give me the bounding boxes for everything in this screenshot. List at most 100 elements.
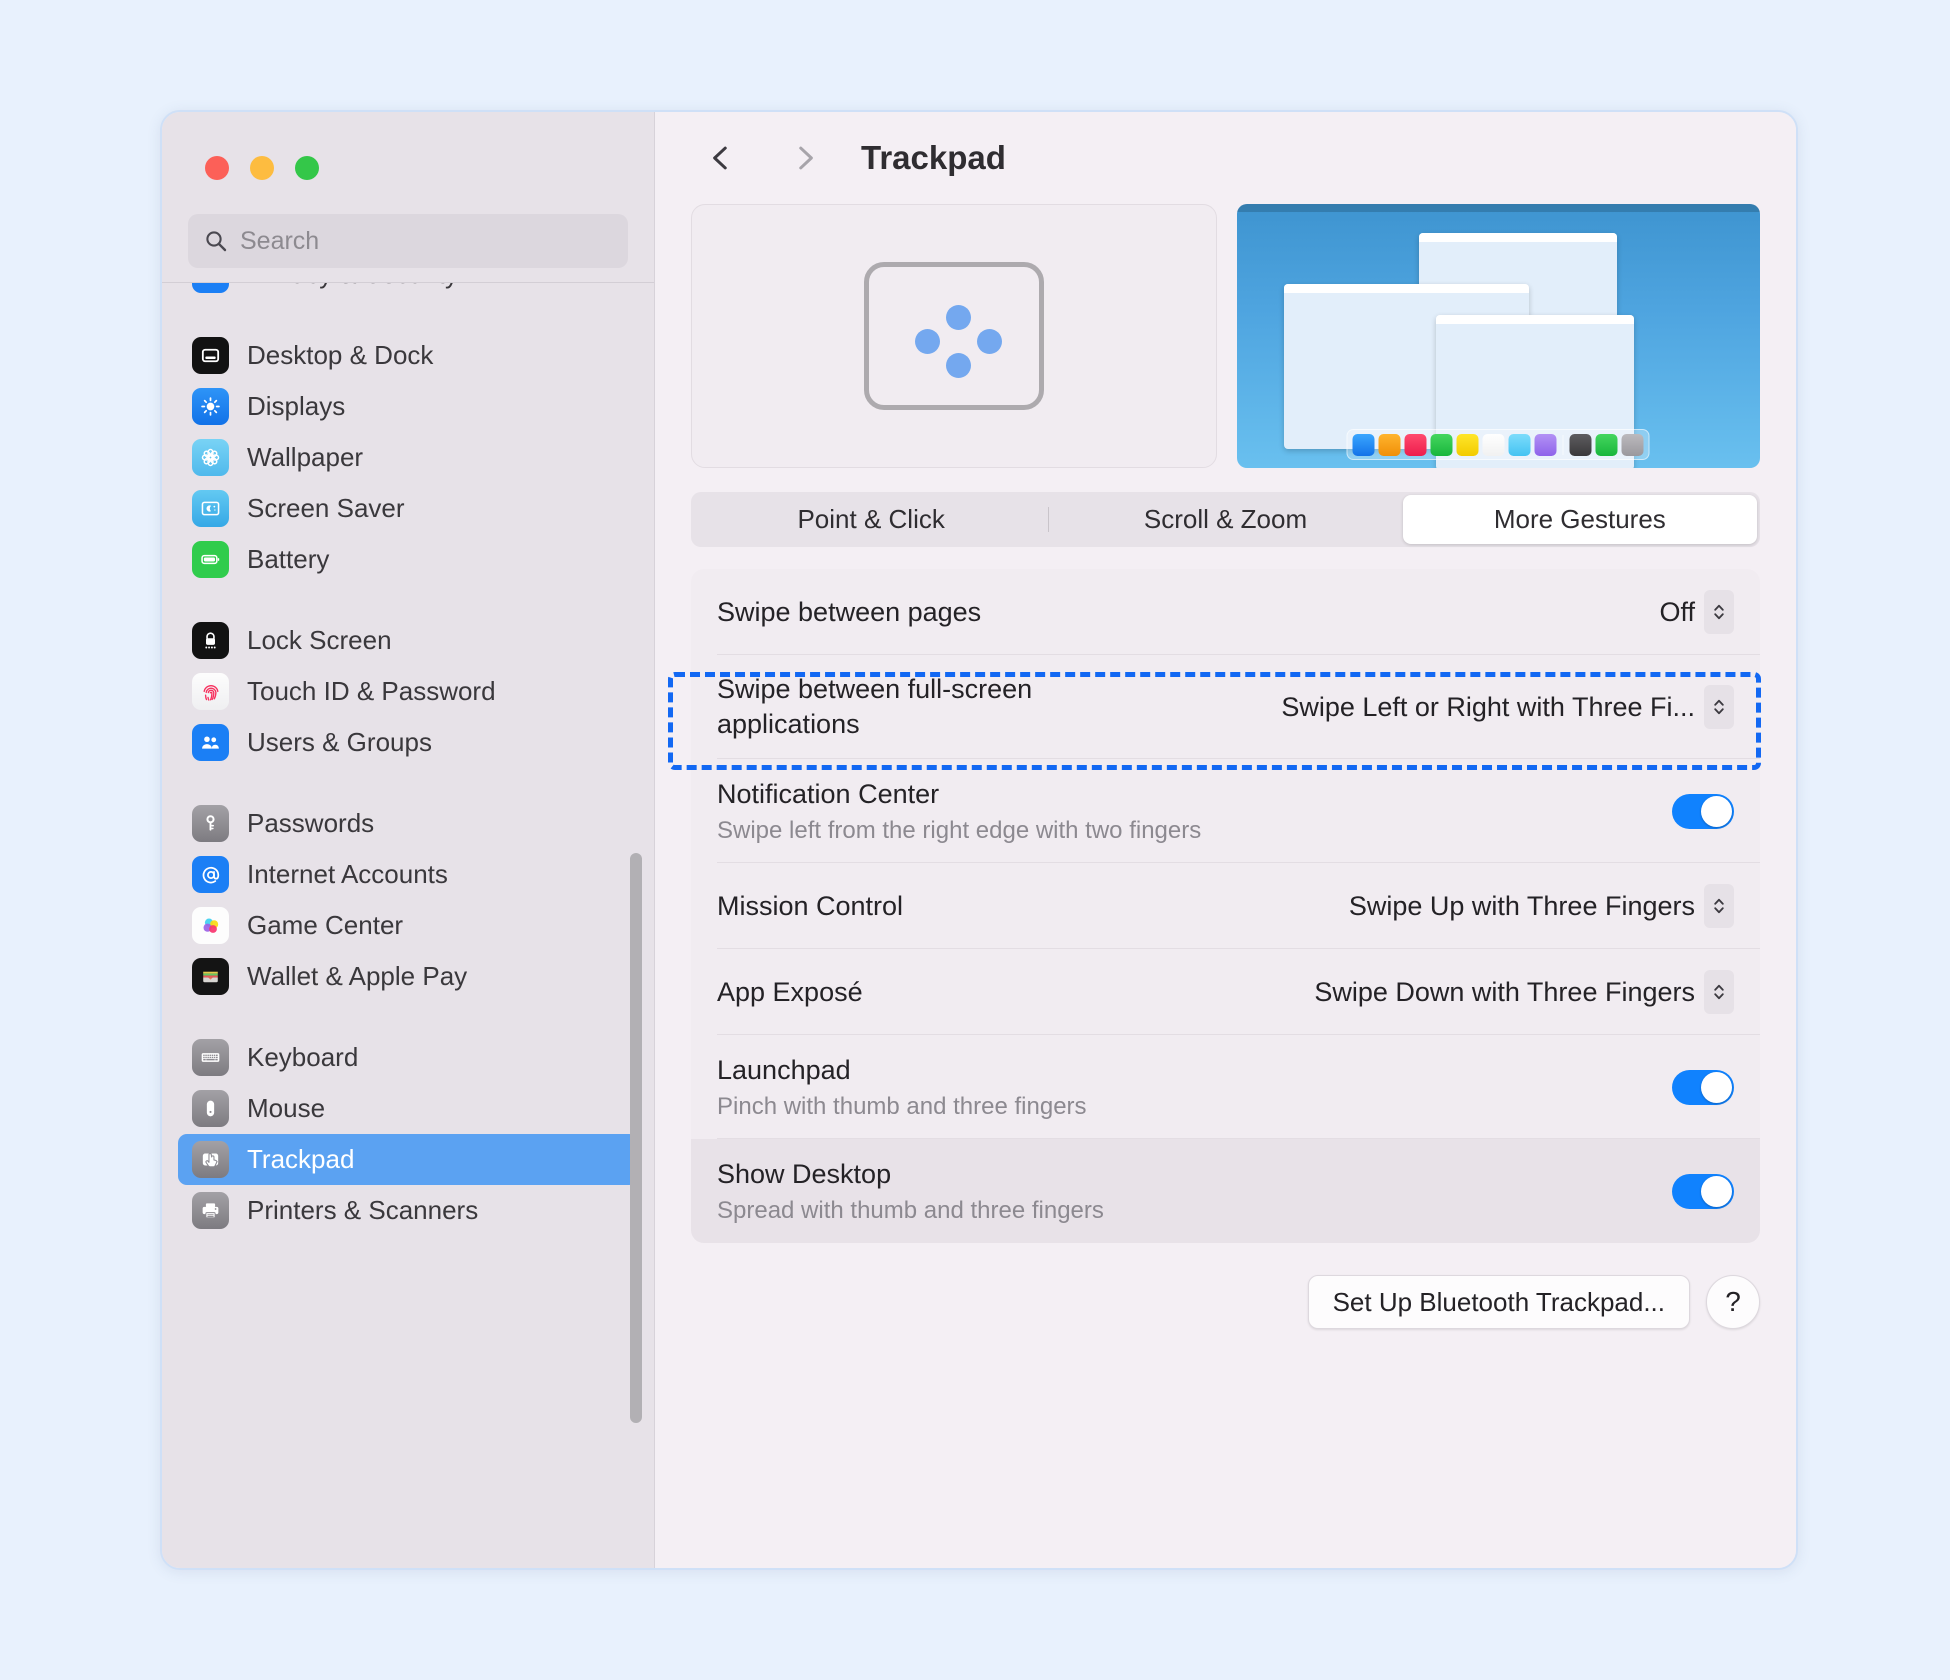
sidebar-item-desktop-dock[interactable]: Desktop & Dock	[178, 330, 638, 381]
hand-icon	[192, 283, 229, 293]
sidebar-group-security: Lock Screen Touch ID & Password Users & …	[162, 615, 654, 768]
sidebar-item-game-center[interactable]: Game Center	[178, 900, 638, 951]
sidebar-item-trackpad[interactable]: Trackpad	[178, 1134, 638, 1185]
chevron-updown-icon[interactable]	[1704, 884, 1734, 928]
setting-row-mission-control[interactable]: Mission Control Swipe Up with Three Fing…	[691, 863, 1760, 949]
gesture-dot	[976, 329, 1002, 354]
chevron-left-icon	[704, 141, 738, 175]
zoom-button[interactable]	[295, 156, 319, 180]
notification-center-toggle[interactable]	[1672, 793, 1734, 829]
sidebar-item-printers-scanners[interactable]: Printers & Scanners	[178, 1185, 638, 1236]
desktop-preview	[1236, 204, 1760, 468]
sidebar-item-displays[interactable]: Displays	[178, 381, 638, 432]
sidebar-item-label: Privacy & Security	[247, 283, 458, 290]
dock-icon-item	[1534, 433, 1557, 456]
preview-menubar	[1236, 204, 1760, 212]
page-title: Trackpad	[861, 139, 1006, 176]
footer-actions: Set Up Bluetooth Trackpad... ?	[655, 1243, 1796, 1329]
tab-scroll-and-zoom[interactable]: Scroll & Zoom	[1048, 495, 1402, 544]
sidebar-scroll-area: Privacy & Security Deskt	[162, 282, 654, 1568]
sidebar-group-privacy: Privacy & Security	[162, 283, 654, 300]
setting-row-show-desktop[interactable]: Show Desktop Spread with thumb and three…	[691, 1139, 1760, 1243]
minimize-button[interactable]	[250, 156, 274, 180]
setting-title: Mission Control	[717, 890, 904, 921]
setting-row-notification-center[interactable]: Notification Center Swipe left from the …	[691, 759, 1760, 863]
back-button[interactable]	[693, 130, 749, 186]
sidebar-item-touch-id[interactable]: Touch ID & Password	[178, 666, 638, 717]
lock-icon	[192, 622, 229, 659]
detail-content: Point & Click Scroll & Zoom More Gesture…	[655, 204, 1796, 1243]
sidebar-item-lock-screen[interactable]: Lock Screen	[178, 615, 638, 666]
sidebar-item-internet-accounts[interactable]: Internet Accounts	[178, 849, 638, 900]
sidebar-item-wallet-apple-pay[interactable]: Wallet & Apple Pay	[178, 951, 638, 1002]
sidebar-item-label: Screen Saver	[247, 493, 405, 523]
dock-icon-item	[1378, 433, 1401, 456]
preview-dock	[1346, 429, 1650, 460]
chevron-updown-icon[interactable]	[1704, 970, 1734, 1014]
search-input[interactable]: Search	[188, 214, 628, 268]
sidebar-item-mouse[interactable]: Mouse	[178, 1083, 638, 1134]
forward-button[interactable]	[777, 130, 833, 186]
setting-value: Swipe Up with Three Fingers	[1348, 890, 1695, 921]
balloons-icon	[192, 907, 229, 944]
setting-row-swipe-between-pages[interactable]: Swipe between pages Off	[691, 569, 1760, 655]
chevron-right-icon	[788, 141, 822, 175]
sidebar-scrollbar[interactable]	[630, 853, 642, 1423]
brightness-icon	[192, 388, 229, 425]
tab-label: More Gestures	[1493, 504, 1666, 534]
printer-icon	[192, 1192, 229, 1229]
setting-title: Launchpad	[717, 1055, 851, 1086]
help-button[interactable]: ?	[1706, 1275, 1760, 1329]
close-button[interactable]	[205, 156, 229, 180]
show-desktop-toggle[interactable]	[1672, 1173, 1734, 1209]
setting-value: Swipe Left or Right with Three Fi...	[1281, 691, 1695, 722]
set-up-bluetooth-trackpad-button[interactable]: Set Up Bluetooth Trackpad...	[1307, 1275, 1690, 1329]
gesture-dot	[914, 329, 940, 354]
moon-stars-icon	[192, 490, 229, 527]
launchpad-toggle[interactable]	[1672, 1069, 1734, 1105]
sidebar-item-users-groups[interactable]: Users & Groups	[178, 717, 638, 768]
sidebar-item-label: Keyboard	[247, 1042, 359, 1072]
window-controls	[162, 112, 654, 180]
fingerprint-icon	[192, 673, 229, 710]
chevron-updown-icon[interactable]	[1704, 685, 1734, 729]
sidebar-item-wallpaper[interactable]: Wallpaper	[178, 432, 638, 483]
dock-icon-item	[1482, 433, 1505, 456]
setting-row-launchpad[interactable]: Launchpad Pinch with thumb and three fin…	[691, 1035, 1760, 1139]
sidebar-item-battery[interactable]: Battery	[178, 534, 638, 585]
dock-icon-item	[1352, 433, 1375, 456]
sidebar-item-privacy-security[interactable]: Privacy & Security	[178, 283, 638, 300]
sidebar-item-label: Users & Groups	[247, 727, 432, 757]
four-finger-dots-icon	[863, 262, 1044, 410]
sidebar-item-label: Wallet & Apple Pay	[247, 961, 468, 991]
at-sign-icon	[192, 856, 229, 893]
sidebar-item-screen-saver[interactable]: Screen Saver	[178, 483, 638, 534]
setting-subtitle: Spread with thumb and three fingers	[717, 1196, 1104, 1224]
sidebar-item-passwords[interactable]: Passwords	[178, 798, 638, 849]
setting-title: App Exposé	[717, 976, 863, 1007]
sidebar-item-label: Touch ID & Password	[247, 676, 496, 706]
sidebar-item-keyboard[interactable]: Keyboard	[178, 1032, 638, 1083]
tab-label: Point & Click	[797, 504, 945, 534]
sidebar-item-label: Displays	[247, 391, 346, 421]
chevron-updown-icon[interactable]	[1704, 590, 1734, 634]
battery-icon	[192, 541, 229, 578]
gestures-list: Swipe between pages Off Swipe between fu…	[691, 569, 1760, 1243]
sidebar-item-label: Internet Accounts	[247, 859, 448, 889]
tab-point-and-click[interactable]: Point & Click	[694, 495, 1048, 544]
sidebar-item-label: Passwords	[247, 808, 375, 838]
sidebar-item-label: Printers & Scanners	[247, 1195, 479, 1225]
tab-more-gestures[interactable]: More Gestures	[1402, 495, 1757, 544]
trackpad-icon	[192, 1141, 229, 1178]
setting-row-swipe-fullscreen-apps[interactable]: Swipe between full-screen applications S…	[691, 655, 1760, 759]
key-icon	[192, 805, 229, 842]
preview-row	[691, 204, 1760, 468]
setting-value: Off	[1659, 596, 1695, 627]
dock-icon-item	[1621, 433, 1644, 456]
search-placeholder: Search	[240, 226, 320, 255]
setting-subtitle: Swipe left from the right edge with two …	[717, 816, 1202, 844]
setting-row-app-expose[interactable]: App Exposé Swipe Down with Three Fingers	[691, 949, 1760, 1035]
detail-pane: Trackpad Point & Click Scroll & Zoom Mor…	[655, 112, 1796, 1568]
gesture-dot	[945, 353, 971, 378]
gesture-preview	[691, 204, 1217, 468]
